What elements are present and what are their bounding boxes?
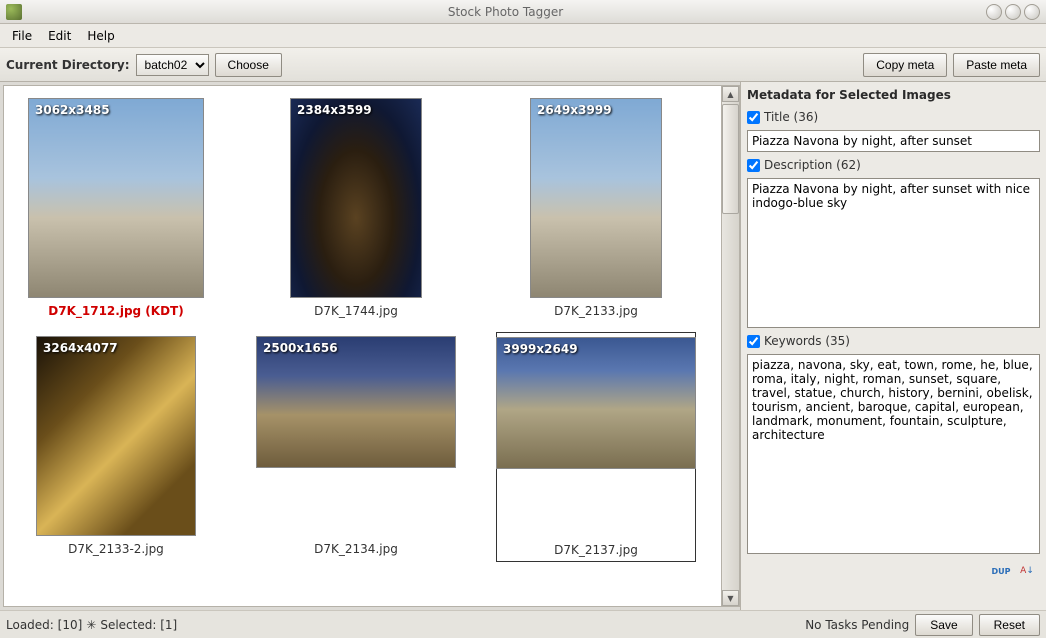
- keywords-checkbox[interactable]: [747, 335, 760, 348]
- description-field-row: Description (62): [747, 158, 1040, 172]
- thumbnail-image[interactable]: 2649x3999: [530, 98, 662, 298]
- thumbnail-cell[interactable]: 2649x3999 D7K_2133.jpg: [496, 94, 696, 322]
- scroll-thumb[interactable]: [722, 104, 739, 214]
- thumbnail-cell[interactable]: 3062x3485 D7K_1712.jpg (KDT): [16, 94, 216, 322]
- keywords-input[interactable]: [747, 354, 1040, 554]
- choose-button[interactable]: Choose: [215, 53, 282, 77]
- status-loaded: Loaded: [10]: [6, 618, 82, 632]
- thumbnail-image[interactable]: 2384x3599: [290, 98, 422, 298]
- maximize-button[interactable]: [1005, 4, 1021, 20]
- menu-edit[interactable]: Edit: [40, 26, 79, 46]
- thumbnail-cell[interactable]: 2500x1656 D7K_2134.jpg: [256, 332, 456, 562]
- thumbnail-image[interactable]: 3264x4077: [36, 336, 196, 536]
- description-label: Description (62): [764, 158, 861, 172]
- dimension-badge: 2649x3999: [537, 103, 612, 117]
- minimize-button[interactable]: [986, 4, 1002, 20]
- menu-file[interactable]: File: [4, 26, 40, 46]
- thumbnail-caption: D7K_2134.jpg: [314, 542, 398, 556]
- save-button[interactable]: Save: [915, 614, 972, 636]
- thumbnail-caption: D7K_2133-2.jpg: [68, 542, 164, 556]
- dimension-badge: 2500x1656: [263, 341, 338, 355]
- description-input[interactable]: [747, 178, 1040, 328]
- menu-help[interactable]: Help: [79, 26, 122, 46]
- paste-meta-button[interactable]: Paste meta: [953, 53, 1040, 77]
- scroll-up-arrow[interactable]: ▲: [722, 86, 739, 102]
- keywords-label: Keywords (35): [764, 334, 850, 348]
- thumbnail-caption: D7K_2137.jpg: [554, 543, 638, 557]
- main-area: 3062x3485 D7K_1712.jpg (KDT) 2384x3599 D7K_…: [0, 82, 1046, 610]
- window-title: Stock Photo Tagger: [28, 5, 983, 19]
- thumbnail-cell[interactable]: 2384x3599 D7K_1744.jpg: [256, 94, 456, 322]
- title-checkbox[interactable]: [747, 111, 760, 124]
- title-field-row: Title (36): [747, 110, 1040, 124]
- directory-select[interactable]: batch02: [136, 54, 209, 76]
- thumbnail-caption: D7K_2133.jpg: [554, 304, 638, 318]
- thumbnail-caption: D7K_1712.jpg (KDT): [48, 304, 183, 318]
- thumbnail-image[interactable]: 3999x2649: [496, 337, 696, 469]
- statusbar: Loaded: [10] ✳ Selected: [1] No Tasks Pe…: [0, 610, 1046, 638]
- thumbnail-gallery: 3062x3485 D7K_1712.jpg (KDT) 2384x3599 D7K_…: [4, 86, 721, 606]
- title-input[interactable]: [747, 130, 1040, 152]
- scroll-down-arrow[interactable]: ▼: [722, 590, 739, 606]
- keywords-field-row: Keywords (35): [747, 334, 1040, 348]
- close-button[interactable]: [1024, 4, 1040, 20]
- reset-button[interactable]: Reset: [979, 614, 1040, 636]
- metadata-panel: Metadata for Selected Images Title (36) …: [740, 82, 1046, 610]
- thumbnail-cell[interactable]: 3999x2649 D7K_2137.jpg: [496, 332, 696, 562]
- description-checkbox[interactable]: [747, 159, 760, 172]
- title-label: Title (36): [764, 110, 818, 124]
- dup-icon[interactable]: DUP: [992, 562, 1010, 580]
- status-tasks: No Tasks Pending: [805, 618, 909, 632]
- thumbnail-image[interactable]: 2500x1656: [256, 336, 456, 468]
- panel-bottom-icons: DUP A↓: [747, 560, 1040, 582]
- thumbnail-image[interactable]: 3062x3485: [28, 98, 204, 298]
- app-icon: [6, 4, 22, 20]
- thumbnail-caption: D7K_1744.jpg: [314, 304, 398, 318]
- metadata-header: Metadata for Selected Images: [747, 86, 1040, 104]
- titlebar: Stock Photo Tagger: [0, 0, 1046, 24]
- dimension-badge: 3264x4077: [43, 341, 118, 355]
- dimension-badge: 3062x3485: [35, 103, 110, 117]
- scroll-track[interactable]: [722, 102, 739, 590]
- gallery-scrollbar[interactable]: ▲ ▼: [721, 86, 739, 606]
- toolbar: Current Directory: batch02 Choose Copy m…: [0, 48, 1046, 82]
- copy-meta-button[interactable]: Copy meta: [863, 53, 947, 77]
- gallery-wrap: 3062x3485 D7K_1712.jpg (KDT) 2384x3599 D7K_…: [3, 85, 740, 607]
- current-directory-label: Current Directory:: [6, 58, 130, 72]
- dimension-badge: 3999x2649: [503, 342, 578, 356]
- status-sep: ✳: [86, 618, 96, 632]
- status-selected: Selected: [1]: [100, 618, 177, 632]
- menubar: File Edit Help: [0, 24, 1046, 48]
- thumbnail-cell[interactable]: 3264x4077 D7K_2133-2.jpg: [16, 332, 216, 562]
- sort-az-icon[interactable]: A↓: [1018, 562, 1036, 580]
- dimension-badge: 2384x3599: [297, 103, 372, 117]
